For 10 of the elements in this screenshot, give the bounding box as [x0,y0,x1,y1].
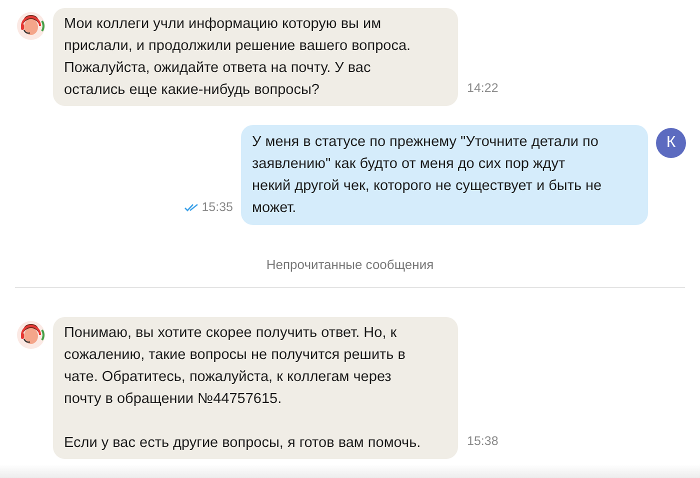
operator-avatar-icon [16,11,46,41]
user-avatar: К [656,128,686,158]
message-bubble: Понимаю, вы хотите скорее получить ответ. Но, к сожалению, такие вопросы не получится решить в чате. Обратитесь, пожалуйста, к коллегам через почту в обращении №44757615. Если у вас есть другие вопросы, я готов вам помочь. [53,316,458,458]
message-bubble: У меня в статусе по прежнему "Уточните детали по заявлению" как будто от меня до сих пор ждут некий другой чек, которого не существует и быть не может. [241,125,648,225]
message-bubble: Мои коллеги учли информацию которую вы им прислали, и продолжили решение вашего вопроса. Пожалуйста, ожидайте ответа на почту. У вас остались еще какие-нибудь вопросы? [53,8,458,106]
message-time: 15:35 [202,199,233,216]
unread-divider-label: Непрочитанные сообщения [266,256,434,274]
message-time: 15:38 [467,432,498,450]
message-time: 14:22 [467,80,498,98]
operator-avatar-icon [16,320,46,350]
